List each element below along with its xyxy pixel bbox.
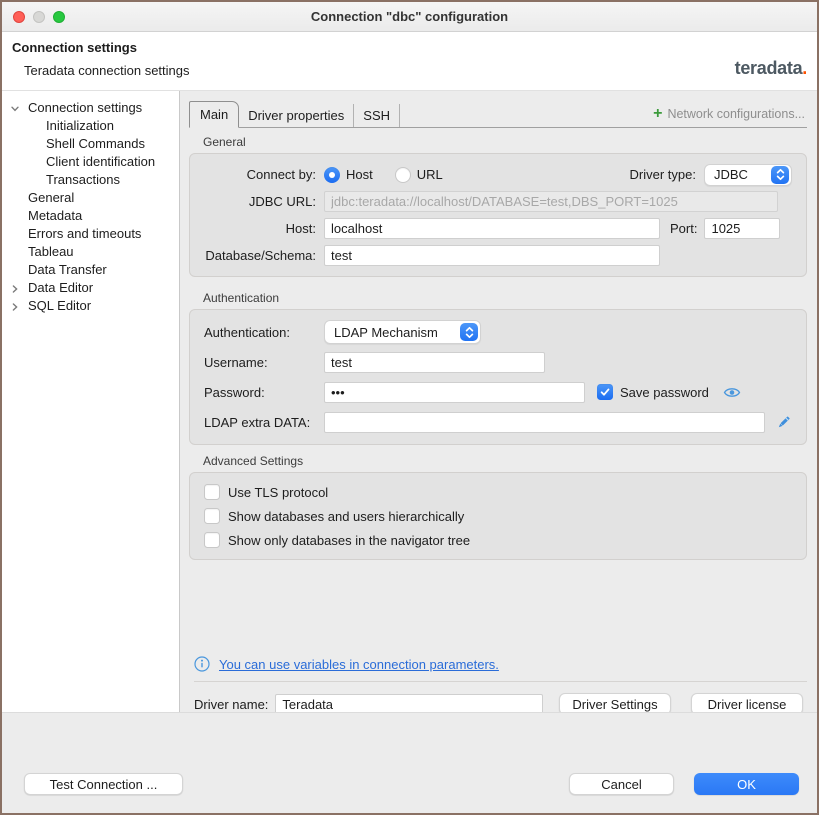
jdbc-url-label: JDBC URL: [204, 194, 316, 209]
stepper-icon [460, 323, 478, 341]
tree-item-tableau[interactable]: Tableau [2, 242, 179, 260]
use-tls-checkbox[interactable] [204, 484, 220, 500]
tree-item-data-editor[interactable]: Data Editor [2, 278, 179, 296]
radio-selected-icon[interactable] [324, 167, 340, 183]
database-schema-label: Database/Schema: [204, 248, 316, 263]
port-label: Port: [670, 221, 697, 236]
host-radio[interactable]: Host [324, 167, 373, 183]
chevron-right-icon[interactable] [10, 282, 20, 297]
plus-icon: + [653, 109, 662, 119]
username-label: Username: [204, 355, 316, 370]
tree-item-connection-settings[interactable]: Connection settings [2, 98, 179, 116]
page-subtitle: Teradata connection settings [24, 63, 190, 78]
stepper-icon [771, 166, 789, 184]
tree-item-transactions[interactable]: Transactions [2, 170, 179, 188]
authentication-label: Authentication: [204, 325, 316, 340]
host-label: Host: [204, 221, 316, 236]
save-password-label: Save password [620, 385, 709, 400]
ldap-extra-data-label: LDAP extra DATA: [204, 415, 316, 430]
save-password-checkbox[interactable] [597, 384, 613, 400]
network-configurations-link[interactable]: + Network configurations... [653, 107, 807, 127]
show-password-eye-icon[interactable] [723, 386, 741, 399]
tree-item-data-transfer[interactable]: Data Transfer [2, 260, 179, 278]
port-input[interactable] [704, 218, 780, 239]
general-section-label: General [203, 135, 807, 149]
advanced-settings-group: Use TLS protocol Show databases and user… [189, 472, 807, 560]
test-connection-button[interactable]: Test Connection ... [24, 773, 183, 795]
authentication-group: Authentication: LDAP Mechanism Username:… [189, 309, 807, 445]
dialog-footer: Test Connection ... Cancel OK [2, 712, 817, 812]
password-input[interactable] [324, 382, 585, 403]
radio-unselected-icon[interactable] [395, 167, 411, 183]
tree-item-sql-editor[interactable]: SQL Editor [2, 296, 179, 314]
tab-ssh[interactable]: SSH [354, 104, 400, 127]
authentication-section-label: Authentication [203, 291, 807, 305]
teradata-logo: teradata. [735, 58, 807, 79]
tree-item-metadata[interactable]: Metadata [2, 206, 179, 224]
tree-item-general[interactable]: General [2, 188, 179, 206]
password-label: Password: [204, 385, 316, 400]
ok-button[interactable]: OK [694, 773, 799, 795]
show-only-databases-label: Show only databases in the navigator tre… [228, 533, 470, 548]
show-only-databases-checkbox[interactable] [204, 532, 220, 548]
main-panel: Main Driver properties SSH + Network con… [180, 91, 817, 712]
username-input[interactable] [324, 352, 545, 373]
tab-bar: Main Driver properties SSH + Network con… [189, 101, 807, 128]
url-radio[interactable]: URL [395, 167, 443, 183]
divider [194, 681, 807, 682]
settings-tree: Connection settings Initialization Shell… [2, 91, 180, 712]
info-icon [194, 656, 210, 672]
tab-driver-properties[interactable]: Driver properties [239, 104, 354, 127]
dialog-header: Connection settings Teradata connection … [2, 32, 817, 91]
driver-name-label: Driver name: [194, 697, 268, 712]
tab-main[interactable]: Main [189, 101, 239, 128]
show-hierarchically-label: Show databases and users hierarchically [228, 509, 464, 524]
driver-type-select[interactable]: JDBC [704, 164, 792, 186]
general-group: Connect by: Host URL Driver type: JDBC [189, 153, 807, 277]
chevron-down-icon[interactable] [10, 102, 20, 117]
host-input[interactable] [324, 218, 660, 239]
use-tls-label: Use TLS protocol [228, 485, 328, 500]
driver-type-label: Driver type: [630, 167, 696, 182]
ldap-extra-data-input[interactable] [324, 412, 765, 433]
title-bar: Connection "dbc" configuration [2, 2, 817, 32]
cancel-button[interactable]: Cancel [569, 773, 674, 795]
database-schema-input[interactable] [324, 245, 660, 266]
page-title: Connection settings [12, 40, 137, 55]
chevron-right-icon[interactable] [10, 300, 20, 315]
advanced-settings-section-label: Advanced Settings [203, 454, 807, 468]
authentication-select[interactable]: LDAP Mechanism [324, 320, 481, 344]
show-hierarchically-checkbox[interactable] [204, 508, 220, 524]
jdbc-url-field [324, 191, 778, 212]
tree-item-initialization[interactable]: Initialization [2, 116, 179, 134]
window-title: Connection "dbc" configuration [2, 9, 817, 24]
connection-configuration-dialog: Connection "dbc" configuration Connectio… [0, 0, 819, 815]
tree-item-client-identification[interactable]: Client identification [2, 152, 179, 170]
tree-item-errors-and-timeouts[interactable]: Errors and timeouts [2, 224, 179, 242]
tree-item-shell-commands[interactable]: Shell Commands [2, 134, 179, 152]
connect-by-label: Connect by: [204, 167, 316, 182]
edit-pencil-icon[interactable] [775, 414, 792, 431]
variables-help-link[interactable]: You can use variables in connection para… [219, 657, 499, 672]
